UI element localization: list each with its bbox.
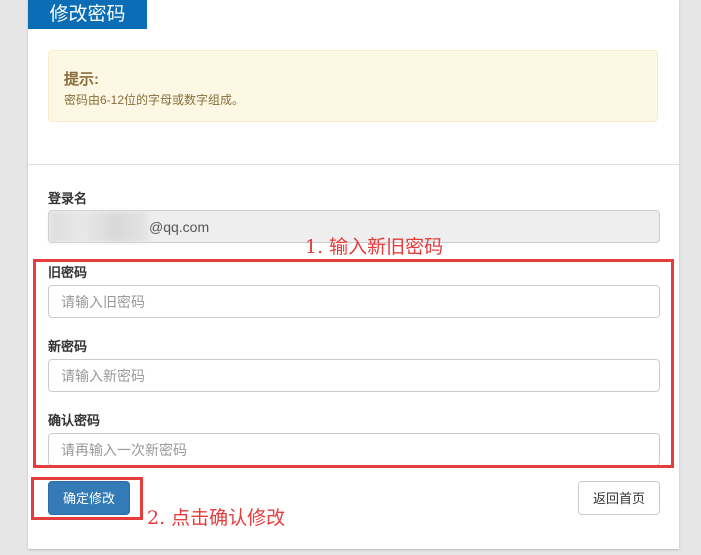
hint-message: 密码由6-12位的字母或数字组成。 <box>64 93 245 107</box>
back-home-button[interactable]: 返回首页 <box>578 481 660 515</box>
hint-title: 提示: <box>64 71 99 88</box>
divider <box>28 164 679 165</box>
annotation-box-button <box>31 477 143 520</box>
redacted-blur <box>50 212 148 242</box>
annotation-step2: 2. 点击确认修改 <box>147 507 286 529</box>
login-name-label: 登录名 <box>48 191 88 206</box>
annotation-step1: 1. 输入新旧密码 <box>305 236 444 258</box>
page-title: 修改密码 <box>28 0 147 29</box>
annotation-box-fields <box>33 259 674 468</box>
hint-alert: 提示: 密码由6-12位的字母或数字组成。 <box>48 50 658 122</box>
